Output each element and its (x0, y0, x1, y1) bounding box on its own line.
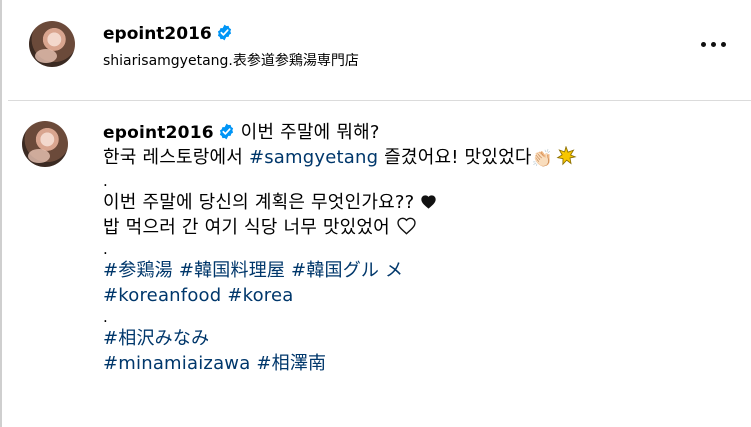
caption-text-line-1: 이번 주말에 뭐해? (240, 122, 380, 143)
black-heart-emoji (421, 195, 436, 209)
post-caption: epoint2016 이번 주말에 뭐해? 한국 레스토랑에서 #samgyet… (103, 120, 743, 376)
caption-line-2: 한국 레스토랑에서 #samgyetang 즐겼어요! 맛있었다👏🏻 (103, 145, 743, 172)
hashtag-row-2: #koreanfood #korea (103, 283, 743, 308)
hashtag-link[interactable]: #参鶏湯 (103, 260, 173, 281)
hashtag-row-4: #minamiaizawa #相澤南 (103, 351, 743, 376)
caption-line-1: epoint2016 이번 주말에 뭐해? (103, 120, 743, 145)
hashtag-link[interactable]: #相澤南 (256, 353, 326, 374)
hashtag-link[interactable]: #相沢みなみ (103, 328, 209, 349)
caption-dot-1: . (103, 172, 108, 190)
hashtag-row-1: #参鶏湯 #韓国料理屋 #韓国グル メ (103, 258, 743, 283)
header-username-row: epoint2016 (103, 24, 233, 44)
caption-line-3: 이번 주말에 당신의 계획은 무엇인가요?? (103, 190, 743, 215)
post-location[interactable]: shiarisamgyetang.表参道参鶏湯専門店 (103, 52, 359, 70)
caption-text-line-2-post: 즐겼어요! 맛있었다 (378, 147, 532, 168)
hashtag-link[interactable]: #minamiaizawa (103, 353, 250, 374)
caption-dot-2: . (103, 240, 108, 258)
clapping-hands-emoji: 👏🏻 (531, 149, 553, 169)
caption-username[interactable]: epoint2016 (103, 123, 214, 143)
hashtag-row-3: #相沢みなみ (103, 326, 743, 351)
caption-dot-3: . (103, 308, 108, 326)
hashtag-link[interactable]: #韓国料理屋 (179, 260, 285, 281)
caption-text-line-2-pre: 한국 레스토랑에서 (103, 147, 249, 168)
sparkle-emoji (556, 145, 577, 166)
verified-badge-icon (217, 24, 231, 41)
hashtag-link[interactable]: #korea (227, 285, 293, 306)
header-divider (8, 100, 751, 101)
header-username[interactable]: epoint2016 (103, 24, 212, 44)
more-options-icon[interactable] (700, 30, 728, 58)
caption-text-line-3: 이번 주말에 당신의 계획은 무엇인가요?? (103, 192, 421, 213)
caption-avatar[interactable] (22, 121, 68, 167)
hashtag-link[interactable]: #samgyetang (249, 147, 378, 168)
post-header: epoint2016 shiarisamgyetang.表参道参鶏湯専門店 (0, 0, 751, 100)
profile-avatar[interactable] (29, 21, 75, 67)
verified-badge-icon (219, 123, 233, 140)
white-heart-emoji (397, 217, 416, 235)
caption-text-line-4: 밥 먹으러 간 여기 식당 너무 맛있었어 (103, 217, 396, 238)
hashtag-link[interactable]: #koreanfood (103, 285, 221, 306)
caption-line-4: 밥 먹으러 간 여기 식당 너무 맛있었어 (103, 215, 743, 240)
hashtag-link[interactable]: #韓国グル メ (291, 260, 403, 281)
